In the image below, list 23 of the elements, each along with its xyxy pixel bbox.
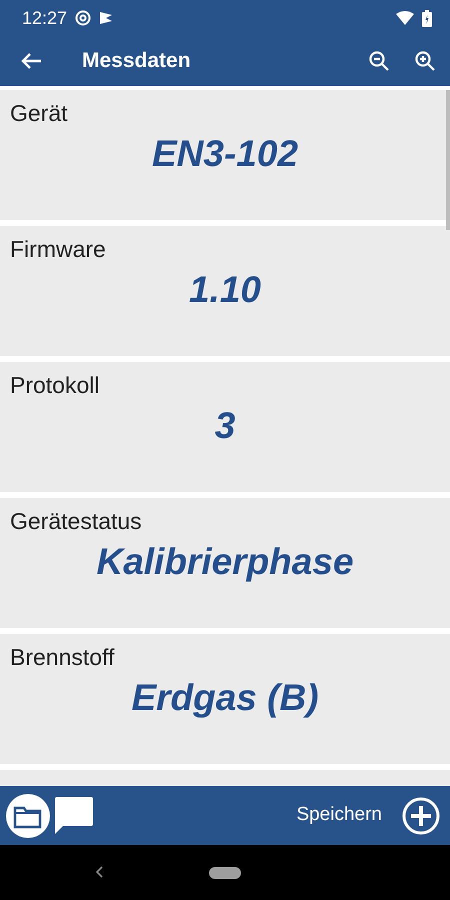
back-button[interactable] bbox=[20, 52, 42, 70]
folder-button[interactable] bbox=[6, 794, 50, 838]
home-pill-icon[interactable] bbox=[209, 866, 241, 878]
screen-title: Messdaten bbox=[82, 48, 192, 74]
field-value: Erdgas (B) bbox=[130, 676, 320, 720]
field-label: Gerät bbox=[10, 100, 69, 128]
field-label: Gerätestatus bbox=[10, 508, 143, 536]
status-time: 12:27 bbox=[22, 6, 68, 30]
field-value: 1.10 bbox=[188, 268, 262, 312]
field-label: Brennstoff bbox=[10, 644, 116, 672]
wifi-icon bbox=[396, 11, 414, 25]
field-value: 3 bbox=[214, 404, 236, 448]
field-value: EN3-102 bbox=[150, 132, 300, 176]
battery-icon bbox=[422, 10, 432, 26]
add-button[interactable] bbox=[402, 796, 440, 834]
save-button[interactable]: Speichern bbox=[296, 801, 382, 830]
field-label: Firmware bbox=[10, 236, 107, 264]
field-label: Protokoll bbox=[10, 372, 100, 400]
comment-button[interactable] bbox=[54, 796, 94, 836]
zoom-in-button[interactable] bbox=[414, 50, 436, 72]
nav-back-icon[interactable] bbox=[95, 866, 103, 878]
field-value: Kalibrierphase bbox=[95, 540, 355, 584]
zoom-out-button[interactable] bbox=[368, 50, 390, 72]
